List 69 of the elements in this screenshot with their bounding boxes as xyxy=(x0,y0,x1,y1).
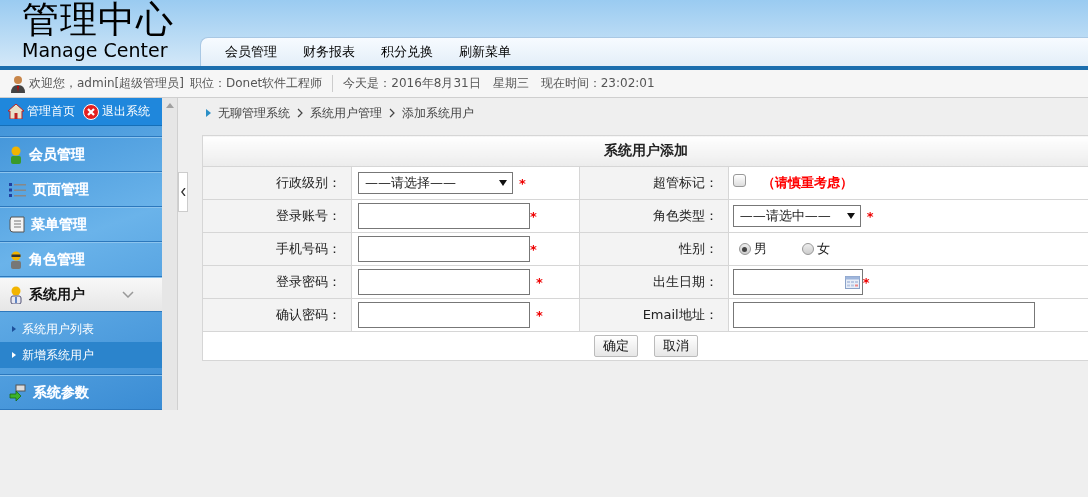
calendar-icon xyxy=(844,275,860,289)
required-mark: * xyxy=(530,241,537,257)
checkbox[interactable] xyxy=(732,173,746,187)
required-mark: * xyxy=(862,274,870,290)
date-text: 今天是：2016年8月31日 xyxy=(343,75,481,92)
logo-title: 管理中心 xyxy=(22,0,174,40)
user-icon xyxy=(10,74,26,93)
input-field[interactable] xyxy=(358,269,530,295)
field-label: 手机号码： xyxy=(276,241,341,256)
top-link[interactable]: 管理首页 xyxy=(8,103,75,120)
radio-option[interactable]: 女 xyxy=(801,240,830,258)
field-label: 出生日期： xyxy=(652,274,718,289)
field-label: 角色类型： xyxy=(652,208,718,223)
person-icon xyxy=(9,285,23,304)
select-field[interactable]: ——请选中—— xyxy=(732,205,861,227)
required-mark: * xyxy=(536,274,543,290)
triangle-icon xyxy=(206,109,211,117)
field-label: 登录密码： xyxy=(276,274,341,289)
field-label: 确认密码： xyxy=(276,307,341,322)
field-label: Email地址： xyxy=(642,307,718,322)
input-field[interactable] xyxy=(358,236,530,262)
chevron-right-icon xyxy=(297,108,303,118)
close-icon xyxy=(83,103,99,120)
chevron-down-icon xyxy=(122,291,134,298)
time-text: 现在时间：23:02:01 xyxy=(540,75,655,92)
chevron-right-icon xyxy=(389,108,395,118)
numbered-list-icon xyxy=(9,181,27,198)
warning-note: （请慎重考虑） xyxy=(761,174,853,192)
nav-link[interactable]: 积分兑换 xyxy=(381,43,433,61)
form-button[interactable]: 取消 xyxy=(653,335,698,357)
menu-item[interactable]: 系统用户 xyxy=(0,277,162,312)
breadcrumb-link[interactable]: 系统用户管理 xyxy=(310,104,382,122)
weekday-text: 星期三 xyxy=(492,75,529,92)
nav-link[interactable]: 刷新菜单 xyxy=(459,43,511,61)
form-title: 系统用户添加 xyxy=(603,142,688,158)
nav-link[interactable]: 财务报表 xyxy=(303,43,355,61)
required-mark: * xyxy=(519,175,526,191)
radio-option[interactable]: 男 xyxy=(738,240,767,258)
nav-link[interactable]: 会员管理 xyxy=(225,43,277,61)
field-label: 行政级别： xyxy=(276,175,341,190)
collapse-handle[interactable] xyxy=(178,171,188,212)
caret-icon xyxy=(846,213,855,219)
person-icon xyxy=(9,250,23,269)
logo-subtitle: Manage Center xyxy=(22,40,169,60)
arrow-icon xyxy=(9,383,27,402)
input-field[interactable] xyxy=(358,203,530,229)
welcome-text: 欢迎您，admin[超级管理员] xyxy=(29,75,184,92)
required-mark: * xyxy=(866,208,874,224)
person-icon xyxy=(9,145,23,164)
form-button[interactable]: 确定 xyxy=(593,335,638,357)
breadcrumb-link[interactable]: 无聊管理系统 xyxy=(218,104,290,122)
bullet-icon xyxy=(12,352,16,358)
select-field[interactable]: ——请选择—— xyxy=(358,172,513,194)
input-field[interactable] xyxy=(732,302,1035,328)
date-field[interactable] xyxy=(732,269,863,295)
input-field[interactable] xyxy=(358,302,530,328)
field-label: 超管标记： xyxy=(652,175,718,190)
bullet-icon xyxy=(12,326,16,332)
required-mark: * xyxy=(536,307,543,323)
breadcrumb-link[interactable]: 添加系统用户 xyxy=(402,104,474,122)
house-icon xyxy=(8,104,24,119)
document-icon xyxy=(9,215,25,234)
required-mark: * xyxy=(530,208,537,224)
top-link[interactable]: 退出系统 xyxy=(83,103,150,120)
submenu-item[interactable]: 新增系统用户 xyxy=(0,342,162,368)
field-label: 性别： xyxy=(678,241,718,256)
position-text: 职位：Donet软件工程师 xyxy=(189,75,323,92)
field-label: 登录账号： xyxy=(276,208,341,223)
caret-icon xyxy=(499,180,507,186)
